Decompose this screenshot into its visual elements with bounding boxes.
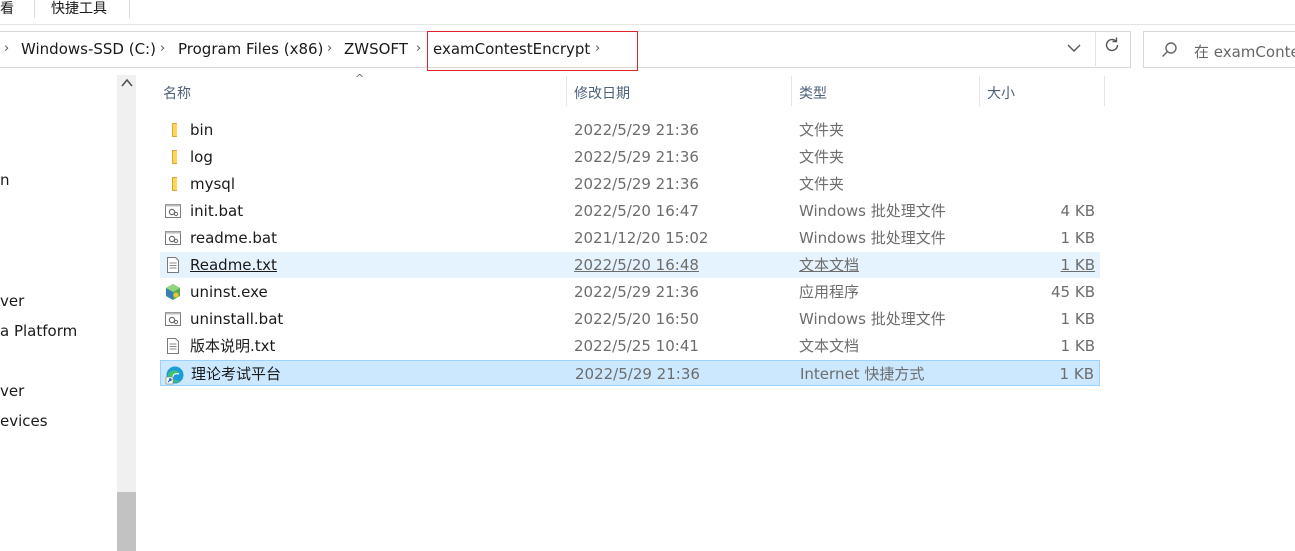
- file-type: 文件夹: [799, 175, 845, 193]
- file-row[interactable]: log 2022/5/29 21:36 文件夹: [160, 144, 1100, 170]
- file-name: 理论考试平台: [191, 365, 282, 383]
- search-icon: [1160, 40, 1180, 60]
- file-name: Readme.txt: [190, 256, 277, 274]
- nav-scrollbar[interactable]: [117, 75, 136, 551]
- scroll-up-icon[interactable]: [117, 78, 136, 96]
- file-name: init.bat: [190, 202, 244, 220]
- file-type: Windows 批处理文件: [799, 229, 946, 247]
- file-row[interactable]: 版本说明.txt 2022/5/25 10:41 文本文档 1 KB: [160, 333, 1100, 359]
- ribbon-tab-view[interactable]: 看: [0, 0, 14, 20]
- column-header-date[interactable]: 修改日期: [574, 83, 630, 103]
- file-name: readme.bat: [190, 229, 277, 247]
- ribbon-separator: [129, 0, 130, 18]
- file-row[interactable]: Readme.txt 2022/5/20 16:48 文本文档 1 KB: [160, 252, 1100, 278]
- file-type: 文本文档: [799, 337, 860, 355]
- file-row[interactable]: uninstall.bat 2022/5/20 16:50 Windows 批处理文…: [160, 306, 1100, 332]
- file-row[interactable]: mysql 2022/5/29 21:36 文件夹: [160, 171, 1100, 197]
- breadcrumb-zwsoft[interactable]: ZWSOFT: [344, 40, 408, 58]
- text-file-icon: [164, 256, 182, 274]
- file-type: 文件夹: [799, 148, 845, 166]
- file-name: log: [190, 148, 213, 166]
- file-type: 文件夹: [799, 121, 845, 139]
- folder-icon: [164, 121, 182, 139]
- folder-icon: [164, 148, 182, 166]
- nav-item[interactable]: ver: [0, 382, 24, 400]
- column-divider[interactable]: [566, 76, 567, 106]
- sort-ascending-icon: ^: [355, 72, 365, 85]
- file-row[interactable]: 理论考试平台 2022/5/29 21:36 Internet 快捷方式 1 KB: [160, 360, 1100, 386]
- file-row[interactable]: bin 2022/5/29 21:36 文件夹: [160, 117, 1100, 143]
- file-size: 1 KB: [1060, 310, 1095, 328]
- file-date: 2022/5/29 21:36: [574, 283, 699, 301]
- file-name: bin: [190, 121, 214, 139]
- chevron-right-icon[interactable]: ›: [416, 41, 421, 56]
- ribbon: 看 快捷工具: [0, 0, 1295, 25]
- nav-item[interactable]: n: [0, 171, 10, 189]
- breadcrumb-drive[interactable]: Windows-SSD (C:): [21, 40, 156, 58]
- divider: [1095, 32, 1096, 66]
- text-file-icon: [164, 337, 182, 355]
- file-row[interactable]: init.bat 2022/5/20 16:47 Windows 批处理文件 4 KB: [160, 198, 1100, 224]
- column-header-name[interactable]: 名称: [163, 83, 191, 103]
- chevron-right-icon[interactable]: ›: [160, 41, 165, 56]
- nav-item[interactable]: evices: [0, 412, 48, 430]
- file-date: 2021/12/20 15:02: [574, 229, 709, 247]
- file-date: 2022/5/29 21:36: [575, 365, 700, 383]
- chevron-right-icon[interactable]: ›: [4, 41, 9, 56]
- ribbon-separator: [34, 0, 35, 18]
- column-divider[interactable]: [979, 76, 980, 106]
- column-divider[interactable]: [1104, 76, 1105, 106]
- file-size: 1 KB: [1060, 337, 1095, 355]
- batch-file-icon: [164, 229, 182, 247]
- nav-item[interactable]: ver: [0, 292, 24, 310]
- breadcrumb-program-files[interactable]: Program Files (x86): [178, 40, 323, 58]
- edge-shortcut-icon: [165, 365, 184, 385]
- file-size: 1 KB: [1059, 365, 1094, 383]
- file-type: Windows 批处理文件: [799, 310, 946, 328]
- file-size: 1 KB: [1060, 256, 1095, 274]
- file-date: 2022/5/20 16:50: [574, 310, 699, 328]
- file-name: mysql: [190, 175, 235, 193]
- nav-item[interactable]: a Platform: [0, 322, 77, 340]
- chevron-right-icon[interactable]: ›: [327, 41, 332, 56]
- file-date: 2022/5/29 21:36: [574, 148, 699, 166]
- column-header-type[interactable]: 类型: [799, 83, 827, 103]
- search-placeholder: 在 examConte: [1194, 43, 1295, 61]
- refresh-icon[interactable]: [1099, 35, 1125, 63]
- file-size: 4 KB: [1060, 202, 1095, 220]
- file-date: 2022/5/20 16:48: [574, 256, 699, 274]
- file-date: 2022/5/25 10:41: [574, 337, 699, 355]
- file-date: 2022/5/29 21:36: [574, 121, 699, 139]
- file-size: 1 KB: [1060, 229, 1095, 247]
- file-name: uninst.exe: [190, 283, 268, 301]
- file-size: 45 KB: [1051, 283, 1095, 301]
- folder-icon: [164, 175, 182, 193]
- nav-scrollbar-thumb[interactable]: [117, 492, 136, 551]
- file-type: Internet 快捷方式: [800, 365, 925, 383]
- file-name: 版本说明.txt: [190, 337, 276, 355]
- ribbon-tab-quick-tools[interactable]: 快捷工具: [51, 0, 107, 20]
- file-type: Windows 批处理文件: [799, 202, 946, 220]
- file-type: 文本文档: [799, 256, 860, 274]
- annotation-highlight-box: [427, 31, 638, 71]
- file-row[interactable]: uninst.exe 2022/5/29 21:36 应用程序 45 KB: [160, 279, 1100, 305]
- column-divider[interactable]: [791, 76, 792, 106]
- batch-file-icon: [164, 202, 182, 220]
- installer-icon: [164, 283, 182, 301]
- file-date: 2022/5/20 16:47: [574, 202, 699, 220]
- column-header-size[interactable]: 大小: [987, 83, 1015, 103]
- file-date: 2022/5/29 21:36: [574, 175, 699, 193]
- file-row[interactable]: readme.bat 2021/12/20 15:02 Windows 批处理文件 1…: [160, 225, 1100, 251]
- file-type: 应用程序: [799, 283, 860, 301]
- chevron-down-icon[interactable]: [1061, 35, 1087, 63]
- batch-file-icon: [164, 310, 182, 328]
- search-box[interactable]: 在 examConte: [1143, 31, 1295, 68]
- file-name: uninstall.bat: [190, 310, 284, 328]
